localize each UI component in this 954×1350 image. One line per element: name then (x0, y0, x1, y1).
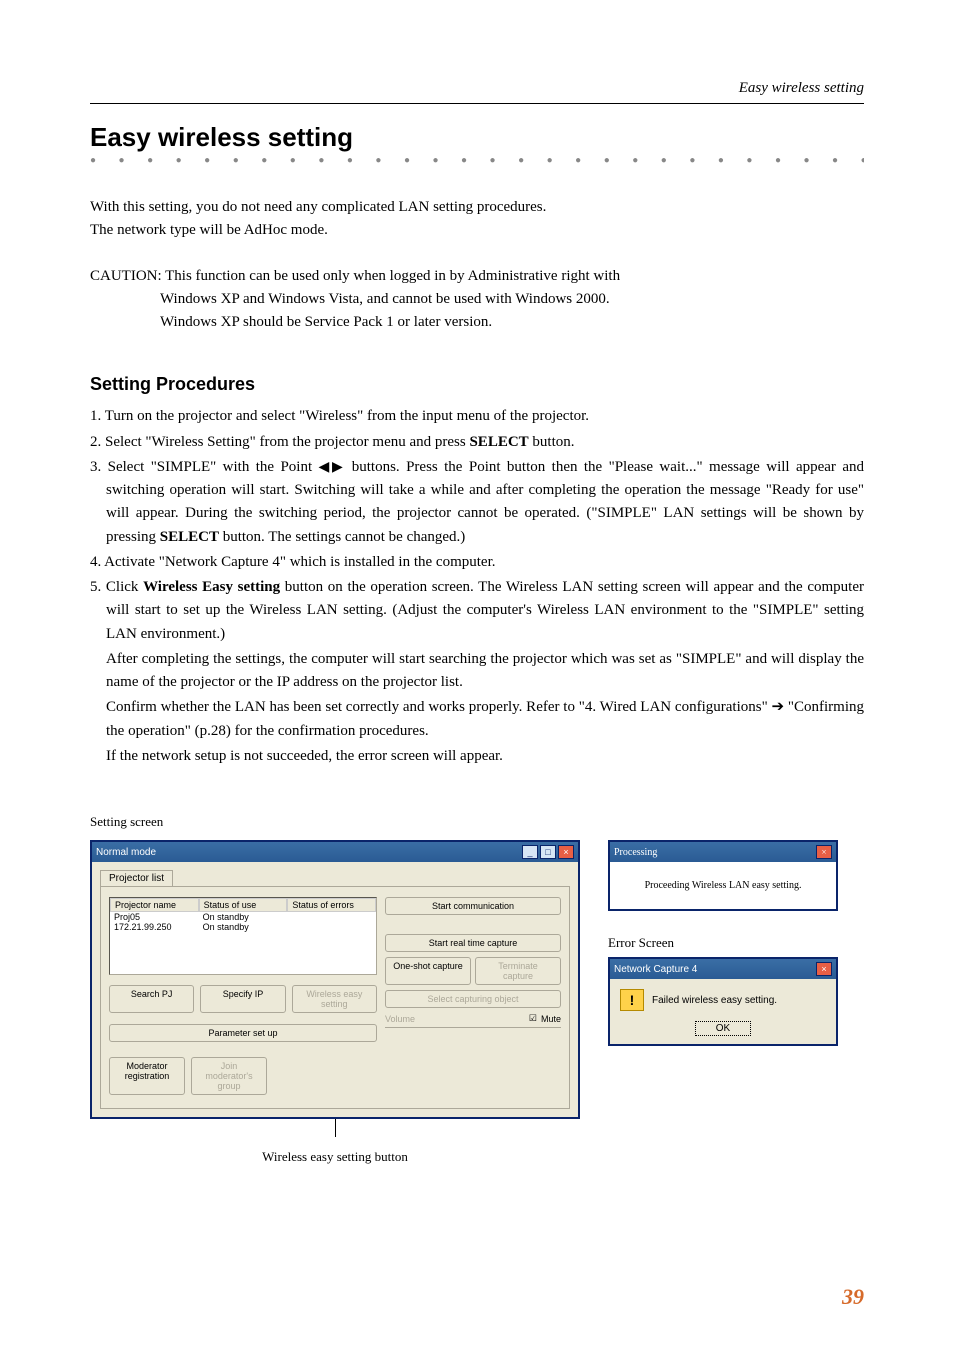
intro-line2: The network type will be AdHoc mode. (90, 222, 328, 238)
cell-err (287, 912, 376, 922)
warning-icon: ! (620, 989, 644, 1011)
decorative-dots: ● ● ● ● ● ● ● ● ● ● ● ● ● ● ● ● ● ● ● ● … (90, 155, 864, 166)
cell-use: On standby (199, 922, 288, 932)
step-2: 2. Select "Wireless Setting" from the pr… (90, 431, 864, 454)
header-section-label: Easy wireless setting (90, 80, 864, 97)
col-use[interactable]: Status of use (199, 898, 288, 912)
step3-a: 3. Select "SIMPLE" with the Point (90, 459, 319, 475)
header-divider (90, 103, 864, 104)
table-row[interactable]: 172.21.99.250 On standby (110, 922, 376, 932)
table-row[interactable]: Proj05 On standby (110, 912, 376, 922)
wireless-easy-button[interactable]: Wireless easy setting (292, 985, 377, 1013)
step-last: If the network setup is not succeeded, t… (90, 745, 864, 768)
step-after: After completing the settings, the compu… (90, 648, 864, 695)
callout-line (335, 1117, 336, 1137)
step-confirm: Confirm whether the LAN has been set cor… (90, 696, 864, 743)
col-errors[interactable]: Status of errors (287, 898, 376, 912)
close-icon[interactable]: × (558, 845, 574, 859)
specify-ip-button[interactable]: Specify IP (200, 985, 285, 1013)
start-communication-button[interactable]: Start communication (385, 897, 561, 915)
cell-err (287, 922, 376, 932)
error-title: Network Capture 4 (614, 964, 697, 975)
join-moderator-button[interactable]: Join moderator's group (191, 1057, 267, 1095)
parameter-setup-button[interactable]: Parameter set up (109, 1024, 377, 1042)
col-name[interactable]: Projector name (110, 898, 199, 912)
step-3: 3. Select "SIMPLE" with the Point ◀▶ but… (90, 456, 864, 549)
terminate-button[interactable]: Terminate capture (475, 957, 561, 985)
step2-a: 2. Select "Wireless Setting" from the pr… (90, 434, 469, 450)
intro-line1: With this setting, you do not need any c… (90, 199, 546, 215)
step2-select: SELECT (469, 434, 528, 450)
main-titlebar: Normal mode _ □ × (92, 842, 578, 862)
step5-a: 5. Click (90, 579, 143, 595)
error-screen-label: Error Screen (608, 935, 838, 951)
cell-name: Proj05 (110, 912, 199, 922)
procedures-steps: 1. Turn on the projector and select "Wir… (90, 405, 864, 768)
processing-titlebar: Processing × (610, 842, 836, 862)
projector-list[interactable]: Projector name Status of use Status of e… (109, 897, 377, 975)
mute-label[interactable]: Mute (541, 1014, 561, 1024)
step5-bold: Wireless Easy setting (143, 579, 280, 595)
cell-name: 172.21.99.250 (110, 922, 199, 932)
processing-window: Processing × Proceeding Wireless LAN eas… (608, 840, 838, 911)
close-icon[interactable]: × (816, 962, 832, 976)
ok-button[interactable]: OK (695, 1021, 751, 1036)
confirm-a: Confirm whether the LAN has been set cor… (106, 699, 772, 715)
caution-line3: Windows XP should be Service Pack 1 or l… (90, 311, 864, 334)
page-title: Easy wireless setting (90, 122, 864, 153)
page-number: 39 (842, 1284, 864, 1310)
step2-c: button. (529, 434, 575, 450)
step3-d: button. The settings cannot be changed.) (219, 529, 465, 545)
volume-label: Volume (385, 1014, 415, 1024)
step3-select: SELECT (160, 529, 219, 545)
procedures-heading: Setting Procedures (90, 374, 864, 395)
close-icon[interactable]: × (816, 845, 832, 859)
tab-projector-list[interactable]: Projector list (100, 870, 173, 886)
step-1: 1. Turn on the projector and select "Wir… (90, 405, 864, 428)
main-screenshot-window: Normal mode _ □ × Projector list (90, 840, 580, 1119)
search-pj-button[interactable]: Search PJ (109, 985, 194, 1013)
caution-line1: CAUTION: This function can be used only … (90, 265, 864, 288)
window-buttons: _ □ × (522, 845, 574, 859)
processing-body: Proceeding Wireless LAN easy setting. (610, 862, 836, 909)
maximize-icon[interactable]: □ (540, 845, 556, 859)
list-header: Projector name Status of use Status of e… (110, 898, 376, 912)
select-object-button[interactable]: Select capturing object (385, 990, 561, 1008)
wireless-button-caption: Wireless easy setting button (90, 1149, 580, 1165)
moderator-reg-button[interactable]: Moderator registration (109, 1057, 185, 1095)
start-realtime-button[interactable]: Start real time capture (385, 934, 561, 952)
one-shot-button[interactable]: One-shot capture (385, 957, 471, 985)
minimize-icon[interactable]: _ (522, 845, 538, 859)
error-message: Failed wireless easy setting. (652, 995, 777, 1006)
point-arrows-icon: ◀▶ (319, 460, 346, 475)
setting-screen-label: Setting screen (90, 814, 864, 830)
caution-line2: Windows XP and Windows Vista, and cannot… (90, 288, 864, 311)
error-window: Network Capture 4 × ! Failed wireless ea… (608, 957, 838, 1046)
arrow-right-icon: ➔ (772, 699, 785, 715)
processing-title: Processing (614, 847, 657, 858)
step-4: 4. Activate "Network Capture 4" which is… (90, 551, 864, 574)
caution-block: CAUTION: This function can be used only … (90, 265, 864, 335)
cell-use: On standby (199, 912, 288, 922)
step-5: 5. Click Wireless Easy setting button on… (90, 576, 864, 646)
main-title-text: Normal mode (96, 847, 156, 858)
intro-paragraph: With this setting, you do not need any c… (90, 196, 864, 243)
volume-slider[interactable] (385, 1027, 561, 1028)
error-titlebar: Network Capture 4 × (610, 959, 836, 979)
